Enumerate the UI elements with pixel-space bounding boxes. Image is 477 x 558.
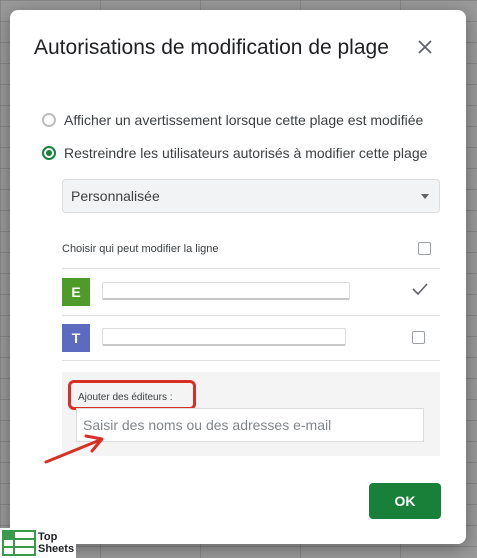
chevron-down-icon: [421, 194, 429, 199]
user-row: T: [62, 324, 440, 354]
close-icon: [418, 40, 432, 54]
watermark-line1: Top: [38, 531, 58, 543]
option-restrict-label: Restreindre les utilisateurs autorisés à…: [64, 145, 428, 161]
editors-input[interactable]: [76, 408, 424, 442]
avatar: T: [62, 324, 90, 352]
add-editors-panel: Ajouter des éditeurs :: [62, 372, 440, 456]
option-warning-label: Afficher un avertissement lorsque cette …: [64, 112, 424, 128]
radio-restrict[interactable]: [42, 146, 56, 160]
close-button[interactable]: [414, 36, 436, 58]
add-editors-label: Ajouter des éditeurs :: [78, 392, 173, 403]
permission-dropdown[interactable]: Personnalisée: [62, 179, 440, 213]
avatar: E: [62, 278, 90, 306]
divider: [62, 315, 440, 316]
dialog-title: Autorisations de modification de plage: [34, 36, 389, 59]
divider: [62, 268, 440, 269]
dropdown-value: Personnalisée: [71, 188, 160, 204]
user-name-field: [102, 282, 350, 300]
watermark-text: Top Sheets: [38, 531, 74, 555]
watermark-line2: Sheets: [38, 543, 75, 555]
user-row: E: [62, 278, 440, 308]
range-permissions-dialog: Autorisations de modification de plage A…: [10, 10, 466, 544]
ok-button[interactable]: OK: [369, 483, 441, 519]
section-label: Choisir qui peut modifier la ligne: [62, 243, 219, 255]
divider: [62, 360, 440, 361]
select-all-checkbox[interactable]: [418, 242, 431, 255]
checkmark-icon[interactable]: [412, 282, 428, 296]
user-name-field: [102, 328, 346, 346]
radio-warning[interactable]: [42, 113, 56, 127]
option-restrict[interactable]: Restreindre les utilisateurs autorisés à…: [42, 143, 427, 163]
user-checkbox[interactable]: [412, 331, 425, 344]
spreadsheet-logo-icon: [2, 530, 36, 556]
option-warning[interactable]: Afficher un avertissement lorsque cette …: [42, 110, 423, 130]
watermark: Top Sheets: [0, 528, 76, 558]
